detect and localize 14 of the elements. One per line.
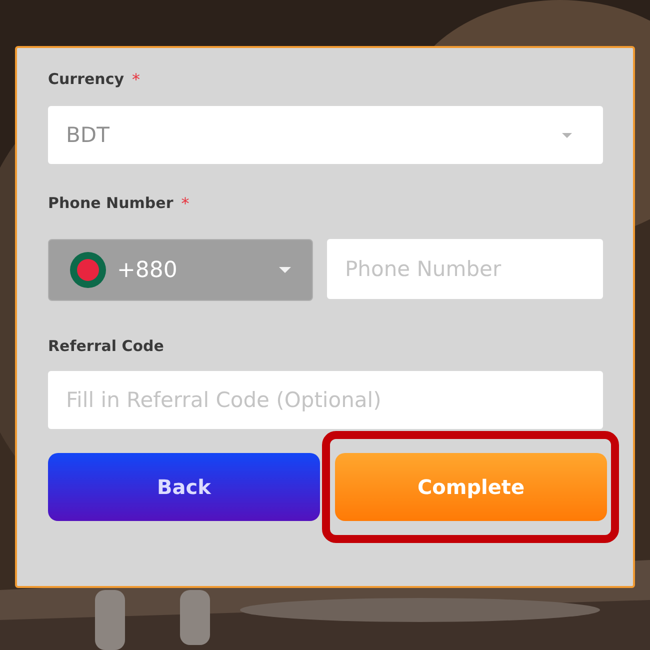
referral-input[interactable]: Fill in Referral Code (Optional) (48, 371, 603, 429)
flag-icon (69, 251, 107, 289)
field-label: Phone Number (48, 194, 174, 212)
required-mark: * (181, 194, 190, 213)
currency-select[interactable]: BDT (48, 106, 603, 164)
field-label: Currency (48, 70, 124, 88)
complete-button[interactable]: Complete (335, 453, 607, 521)
country-code-select[interactable]: +880 (48, 239, 313, 301)
back-button[interactable]: Back (48, 453, 320, 521)
phone-input[interactable]: Phone Number (327, 239, 603, 299)
field-label: Referral Code (48, 337, 164, 355)
caret-icon (278, 266, 292, 274)
caret-icon (561, 132, 573, 138)
required-mark: * (132, 70, 140, 89)
